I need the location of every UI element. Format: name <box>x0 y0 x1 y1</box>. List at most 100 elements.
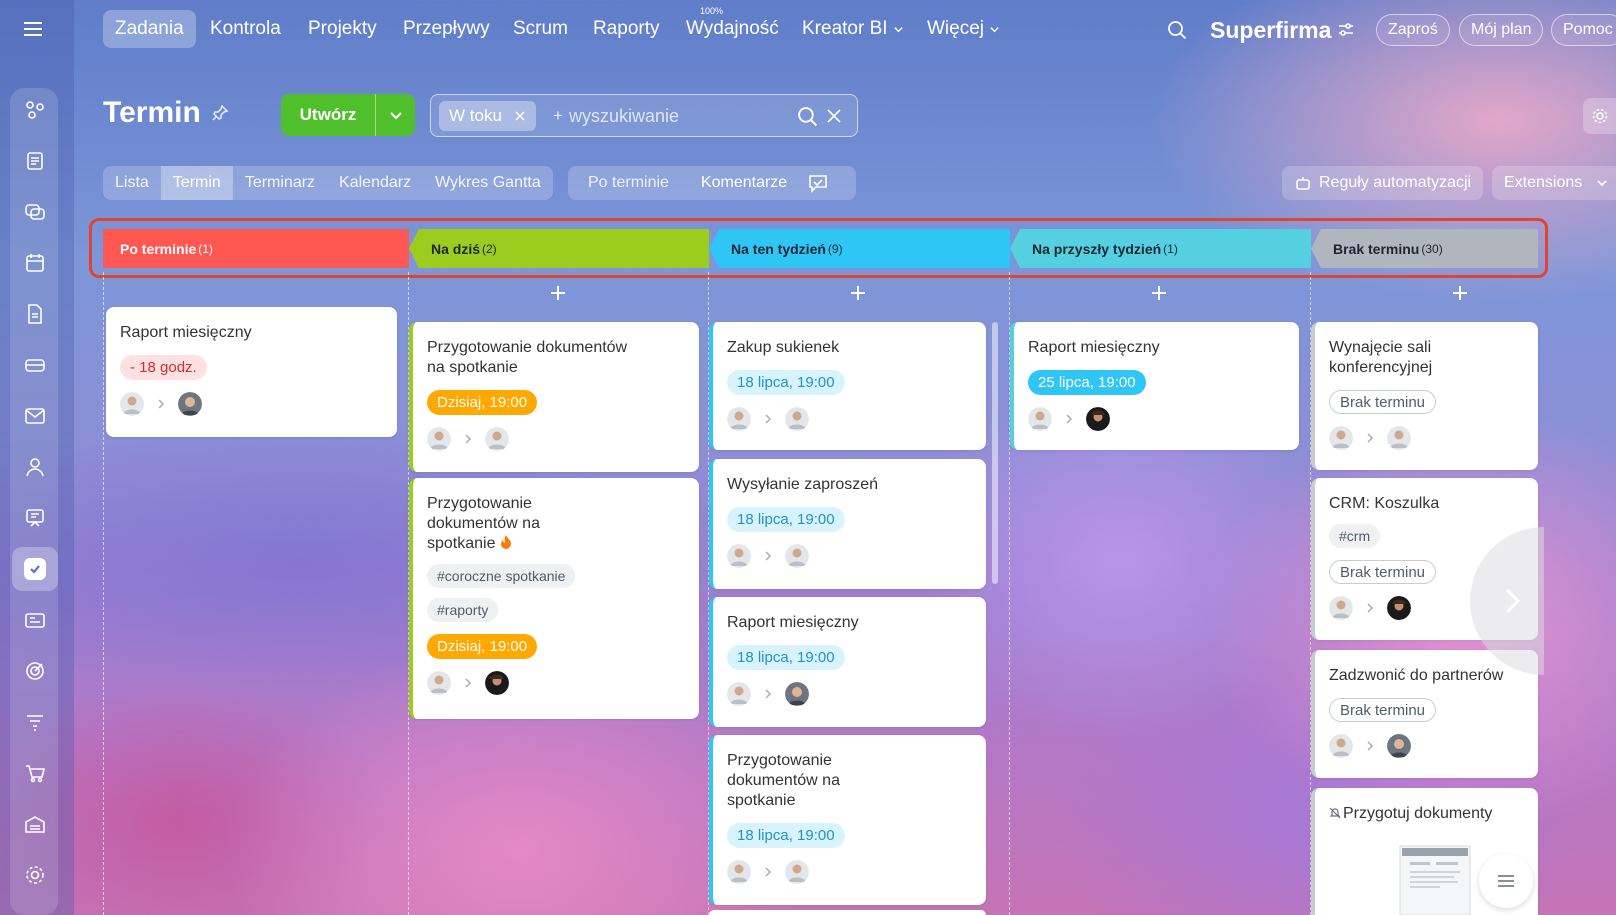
rail-item-settings[interactable] <box>12 853 58 897</box>
invite-button[interactable]: Zaproś <box>1376 14 1450 46</box>
rail-item-feed[interactable] <box>12 88 58 132</box>
responsible-avatar[interactable] <box>785 682 809 706</box>
rail-item-tasks[interactable] <box>12 547 58 591</box>
task-card[interactable]: Zakup sukienek 18 lipca, 19:00 <box>709 322 986 450</box>
task-card[interactable]: Wynajęcie sali konferencyjnej Brak termi… <box>1311 322 1538 470</box>
add-task-this-week-button[interactable] <box>848 283 868 303</box>
search-icon[interactable] <box>797 106 818 127</box>
task-tag[interactable]: #coroczne spotkanie <box>427 564 576 588</box>
creator-avatar[interactable] <box>427 671 451 695</box>
creator-avatar[interactable] <box>1028 407 1052 431</box>
rail-item-mail[interactable] <box>12 394 58 438</box>
rail-item-shop[interactable] <box>12 751 58 795</box>
nav-control[interactable]: Kontrola <box>198 10 293 48</box>
nav-bi-builder[interactable]: Kreator BI <box>790 10 916 48</box>
automation-rules-button[interactable]: Reguły automatyzacji <box>1282 166 1484 200</box>
tab-deadline[interactable]: Termin <box>160 166 233 200</box>
create-button[interactable]: Utwórz <box>281 94 415 136</box>
deadline-badge[interactable]: Brak terminu <box>1329 698 1437 722</box>
nav-reports[interactable]: Raporty <box>581 10 672 48</box>
nav-projects[interactable]: Projekty <box>296 10 389 48</box>
tab-planner[interactable]: Terminarz <box>233 166 327 200</box>
stage-this-week[interactable]: Na ten tydzień (9) <box>709 229 1010 268</box>
creator-avatar[interactable] <box>727 407 751 431</box>
deadline-badge[interactable]: 18 lipca, 19:00 <box>727 507 845 532</box>
rail-item-funnel[interactable] <box>12 700 58 744</box>
deadline-badge[interactable]: Brak terminu <box>1329 560 1437 584</box>
stage-no-deadline[interactable]: Brak terminu (30) <box>1311 229 1538 268</box>
responsible-avatar[interactable] <box>178 392 202 416</box>
feed-panel-button[interactable] <box>1479 854 1533 908</box>
creator-avatar[interactable] <box>1329 734 1353 758</box>
stage-overdue[interactable]: Po terminie (1) <box>103 229 409 268</box>
search-icon[interactable] <box>1167 20 1187 40</box>
tab-comments[interactable]: Komentarze <box>669 174 787 192</box>
creator-avatar[interactable] <box>1329 596 1353 620</box>
pin-icon[interactable] <box>211 104 229 122</box>
task-card[interactable]: Raport miesięczny - 18 godz. <box>106 307 397 437</box>
task-card[interactable]: Przygotowanie dokumentów na spotkanie #c… <box>409 478 699 719</box>
rail-item-docs[interactable] <box>12 139 58 183</box>
hamburger-menu-icon[interactable] <box>22 18 44 40</box>
creator-avatar[interactable] <box>727 860 751 884</box>
rail-item-crm[interactable] <box>12 343 58 387</box>
nav-flows[interactable]: Przepływy <box>391 10 502 48</box>
add-task-no-deadline-button[interactable] <box>1450 283 1470 303</box>
close-icon[interactable] <box>826 108 842 124</box>
task-card[interactable] <box>709 910 986 915</box>
responsible-avatar[interactable] <box>485 427 509 451</box>
search-input[interactable] <box>569 101 779 131</box>
rail-item-inventory[interactable] <box>12 598 58 642</box>
responsible-avatar[interactable] <box>785 407 809 431</box>
document-preview[interactable] <box>1310 845 1490 915</box>
creator-avatar[interactable] <box>1329 426 1353 450</box>
task-card[interactable]: Przygotowanie dokumentów na spotkanie Dz… <box>409 322 699 472</box>
creator-avatar[interactable] <box>727 544 751 568</box>
responsible-avatar[interactable] <box>1387 734 1411 758</box>
filter-chip-in-progress[interactable]: W toku <box>439 101 536 131</box>
deadline-badge[interactable]: 25 lipca, 19:00 <box>1028 370 1146 395</box>
responsible-avatar[interactable] <box>1086 407 1110 431</box>
rail-item-sites[interactable] <box>12 496 58 540</box>
deadline-badge[interactable]: 18 lipca, 19:00 <box>727 823 845 848</box>
task-card[interactable]: Zadzwonić do partnerów Brak terminu <box>1311 650 1538 778</box>
task-card[interactable]: Przygotowanie dokumentów na spotkanie 18… <box>709 735 986 905</box>
tab-list[interactable]: Lista <box>103 166 161 200</box>
creator-avatar[interactable] <box>727 682 751 706</box>
task-tag[interactable]: #raporty <box>427 598 499 622</box>
rail-item-contacts[interactable] <box>12 445 58 489</box>
responsible-avatar[interactable] <box>1387 426 1411 450</box>
deadline-badge[interactable]: 18 lipca, 19:00 <box>727 645 845 670</box>
task-card[interactable]: Raport miesięczny 18 lipca, 19:00 <box>709 597 986 727</box>
tab-calendar[interactable]: Kalendarz <box>327 166 423 200</box>
nav-efficiency[interactable]: Wydajność <box>674 10 791 48</box>
my-plan-button[interactable]: Mój plan <box>1459 14 1544 46</box>
rail-item-goals[interactable] <box>12 649 58 693</box>
stage-today[interactable]: Na dziś (2) <box>409 229 709 268</box>
rail-item-calendar[interactable] <box>12 241 58 285</box>
responsible-avatar[interactable] <box>1387 596 1411 620</box>
tab-gantt[interactable]: Wykres Gantta <box>423 166 553 200</box>
rail-item-warehouse[interactable] <box>12 802 58 846</box>
extensions-button[interactable]: Extensions <box>1492 166 1616 200</box>
nav-tasks[interactable]: Zadania <box>103 10 196 48</box>
responsible-avatar[interactable] <box>485 671 509 695</box>
responsible-avatar[interactable] <box>785 860 809 884</box>
task-card[interactable]: Raport miesięczny 25 lipca, 19:00 <box>1010 322 1299 450</box>
tab-overdue[interactable]: Po terminie <box>568 174 669 192</box>
deadline-badge[interactable]: Dzisiaj, 19:00 <box>427 634 538 659</box>
creator-avatar[interactable] <box>427 427 451 451</box>
help-button[interactable]: Pomoc <box>1551 14 1616 46</box>
deadline-badge[interactable]: Dzisiaj, 19:00 <box>427 390 538 415</box>
close-icon[interactable] <box>514 110 526 122</box>
creator-avatar[interactable] <box>120 392 144 416</box>
column-scrollbar[interactable] <box>992 322 998 584</box>
deadline-badge[interactable]: Brak terminu <box>1329 390 1437 414</box>
add-task-today-button[interactable] <box>548 283 568 303</box>
add-task-next-week-button[interactable] <box>1149 283 1169 303</box>
company-brand[interactable]: Superfirma <box>1210 14 1355 46</box>
task-card[interactable]: Wysyłanie zaproszeń 18 lipca, 19:00 <box>709 459 986 589</box>
deadline-badge[interactable]: 18 lipca, 19:00 <box>727 370 845 395</box>
settings-gear-button[interactable] <box>1583 98 1616 134</box>
task-tag[interactable]: #crm <box>1329 524 1381 548</box>
